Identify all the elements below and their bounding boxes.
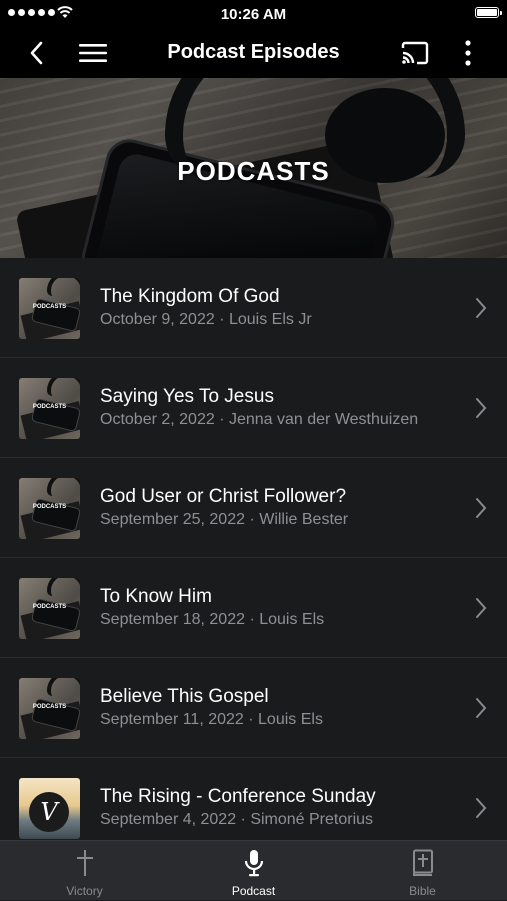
episode-title: Believe This Gospel [100, 686, 269, 707]
episode-thumbnail: PODCASTS [19, 578, 80, 639]
cast-button[interactable] [398, 28, 432, 78]
nav-bar: Podcast Episodes [0, 28, 507, 78]
tab-bar: Victory Podcast Bible [0, 840, 507, 900]
tab-label: Victory [66, 884, 103, 898]
episode-title: The Kingdom Of God [100, 286, 280, 307]
episode-meta: September 25, 2022 · Willie Bester [100, 511, 349, 528]
thumbnail-label: PODCASTS [32, 504, 67, 510]
episode-thumbnail: PODCASTS [19, 478, 80, 539]
episode-thumbnail: PODCASTS [19, 378, 80, 439]
chevron-right-icon [476, 298, 487, 318]
chevron-right-icon [476, 498, 487, 518]
victory-logo: V [29, 792, 69, 832]
episode-meta: September 18, 2022 · Louis Els [100, 611, 325, 628]
thumbnail-label: PODCASTS [32, 304, 67, 310]
episode-row[interactable]: PODCASTS The Kingdom Of God October 9, 2… [0, 258, 507, 358]
tab-podcast[interactable]: Podcast [169, 841, 338, 901]
episode-row[interactable]: PODCASTS Saying Yes To Jesus October 2, … [0, 358, 507, 458]
tab-bible[interactable]: Bible [338, 841, 507, 901]
episode-row[interactable]: PODCASTS To Know Him September 18, 2022 … [0, 558, 507, 658]
episode-meta: September 11, 2022 · Louis Els [100, 711, 323, 728]
episode-title: God User or Christ Follower? [100, 486, 347, 507]
episode-row[interactable]: PODCASTS Believe This Gospel September 1… [0, 658, 507, 758]
status-bar: 10:26 AM [0, 0, 507, 28]
episode-row[interactable]: V The Rising - Conference Sunday Septemb… [0, 758, 507, 840]
episode-meta: October 2, 2022 · Jenna van der Westhuiz… [100, 411, 419, 428]
more-button[interactable] [456, 28, 480, 78]
episode-list: PODCASTS The Kingdom Of God October 9, 2… [0, 258, 507, 840]
microphone-icon [244, 850, 263, 877]
status-time: 10:26 AM [220, 6, 287, 23]
more-vertical-icon [465, 40, 471, 66]
tab-label: Podcast [231, 884, 276, 898]
thumbnail-label: PODCASTS [32, 704, 67, 710]
episode-meta: October 9, 2022 · Louis Els Jr [100, 311, 312, 328]
thumbnail-label: PODCASTS [32, 604, 67, 610]
episode-title: The Rising - Conference Sunday [100, 786, 376, 807]
battery-icon [475, 7, 502, 18]
tab-label: Bible [409, 884, 436, 898]
episode-thumbnail: PODCASTS [19, 678, 80, 739]
tab-victory[interactable]: Victory [0, 841, 169, 901]
episode-meta: September 4, 2022 · Simoné Pretorius [100, 811, 374, 828]
chevron-right-icon [476, 598, 487, 618]
banner-title: PODCASTS [177, 156, 330, 186]
episode-row[interactable]: PODCASTS God User or Christ Follower? Se… [0, 458, 507, 558]
chevron-right-icon [476, 798, 487, 818]
cross-icon [76, 850, 93, 876]
cast-icon [401, 41, 429, 65]
bible-icon [412, 849, 433, 876]
episode-title: To Know Him [100, 586, 212, 607]
chevron-right-icon [476, 398, 487, 418]
thumbnail-label: PODCASTS [32, 404, 67, 410]
episode-thumbnail: PODCASTS [19, 278, 80, 339]
podcasts-banner: PODCASTS [0, 78, 507, 258]
episode-title: Saying Yes To Jesus [100, 386, 274, 407]
chevron-right-icon [476, 698, 487, 718]
episode-thumbnail: V [19, 778, 80, 839]
